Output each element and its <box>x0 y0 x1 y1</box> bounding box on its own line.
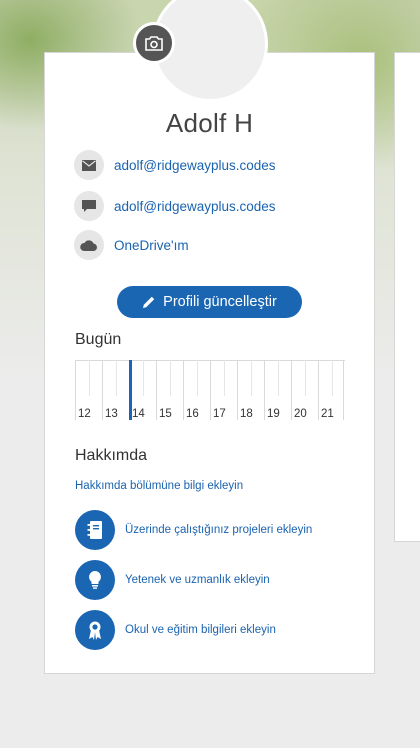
contact-chat[interactable]: adolf@ridgewayplus.codes <box>74 190 276 222</box>
timeline-hour-label: 21 <box>321 408 334 420</box>
timeline-half-hour-tick <box>251 360 252 396</box>
contact-email[interactable]: adolf@ridgewayplus.codes <box>74 149 276 181</box>
timeline-hour-12[interactable]: 12 <box>75 360 102 420</box>
contact-chat-text[interactable]: adolf@ridgewayplus.codes <box>114 199 276 214</box>
chat-icon <box>74 191 104 221</box>
timeline-hour-19[interactable]: 19 <box>264 360 291 420</box>
timeline-hour-16[interactable]: 16 <box>183 360 210 420</box>
add-projects-item[interactable]: Üzerinde çalıştığınız projeleri ekleyin <box>75 510 312 550</box>
timeline-half-hour-tick <box>305 360 306 396</box>
timeline-hour-label: 15 <box>159 408 172 420</box>
side-panel-card <box>394 52 420 542</box>
add-skills-item[interactable]: Yetenek ve uzmanlık ekleyin <box>75 560 270 600</box>
change-photo-button[interactable] <box>133 22 175 64</box>
contact-onedrive[interactable]: OneDrive'ım <box>74 229 189 261</box>
timeline-hour-17[interactable]: 17 <box>210 360 237 420</box>
current-time-indicator <box>129 360 132 420</box>
mail-icon <box>74 150 104 180</box>
contact-email-text[interactable]: adolf@ridgewayplus.codes <box>114 158 276 173</box>
add-skills-text: Yetenek ve uzmanlık ekleyin <box>125 574 270 586</box>
profile-name: Adolf H <box>165 108 254 138</box>
cloud-icon <box>74 230 104 260</box>
add-education-item[interactable]: Okul ve eğitim bilgileri ekleyin <box>75 610 276 650</box>
timeline-hour-21[interactable]: 21 <box>318 360 345 420</box>
timeline-hour-label: 13 <box>105 408 118 420</box>
timeline-half-hour-tick <box>278 360 279 396</box>
timeline-hour-14[interactable]: 14 <box>129 360 156 420</box>
timeline-hour-18[interactable]: 18 <box>237 360 264 420</box>
timeline-hour-label: 19 <box>267 408 280 420</box>
timeline-hour-label: 16 <box>186 408 199 420</box>
timeline-half-hour-tick <box>224 360 225 396</box>
add-about-link[interactable]: Hakkımda bölümüne bilgi ekleyin <box>75 480 243 492</box>
pencil-icon <box>143 296 155 308</box>
notebook-icon <box>75 510 115 550</box>
update-profile-button[interactable]: Profili güncelleştir <box>117 286 302 318</box>
about-title: Hakkımda <box>75 447 148 464</box>
add-projects-text: Üzerinde çalıştığınız projeleri ekleyin <box>125 524 313 536</box>
timeline-half-hour-tick <box>170 360 171 396</box>
today-title: Bugün <box>75 331 122 348</box>
camera-icon <box>145 35 163 51</box>
timeline-hour-20[interactable]: 20 <box>291 360 318 420</box>
lightbulb-icon <box>75 560 115 600</box>
timeline-half-hour-tick <box>89 360 90 396</box>
timeline-hour-label: 17 <box>213 408 226 420</box>
timeline-hour-15[interactable]: 15 <box>156 360 183 420</box>
timeline-half-hour-tick <box>197 360 198 396</box>
timeline-half-hour-tick <box>143 360 144 396</box>
timeline-half-hour-tick <box>332 360 333 396</box>
today-timeline[interactable]: 12 13 14 15 16 17 18 19 20 21 <box>75 360 345 420</box>
timeline-hour-label: 20 <box>294 408 307 420</box>
timeline-hour-label: 14 <box>132 408 145 420</box>
timeline-hour-13[interactable]: 13 <box>102 360 129 420</box>
add-education-text: Okul ve eğitim bilgileri ekleyin <box>125 624 276 636</box>
timeline-hour-label: 12 <box>78 408 91 420</box>
timeline-hour-label: 18 <box>240 408 253 420</box>
ribbon-icon <box>75 610 115 650</box>
contact-onedrive-text[interactable]: OneDrive'ım <box>114 238 189 253</box>
update-profile-label: Profili güncelleştir <box>163 294 277 310</box>
timeline-half-hour-tick <box>116 360 117 396</box>
